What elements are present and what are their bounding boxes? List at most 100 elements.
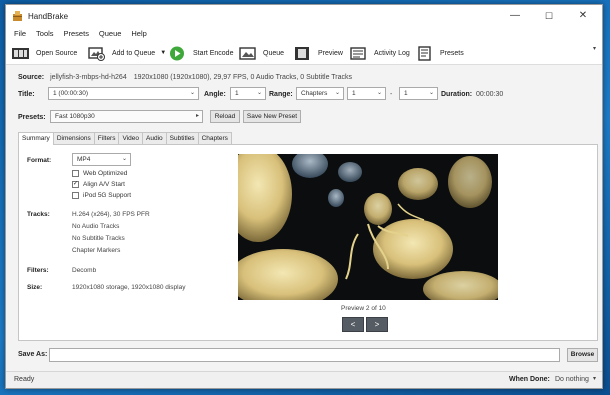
tab-filters[interactable]: Filters — [93, 132, 120, 144]
range-type-value: Chapters — [301, 90, 328, 97]
angle-value: 1 — [235, 90, 239, 97]
summary-panel: Format: MP4 ⌄ Web Optimized ✓ Align A/V … — [18, 144, 598, 341]
add-to-queue-label: Add to Queue — [112, 49, 156, 57]
tab-subtitles[interactable]: Subtitles — [165, 132, 199, 144]
toolbar: Open Source Add to Queue ▼ Start Encode … — [6, 41, 602, 65]
preset-value: Fast 1080p30 — [55, 113, 95, 120]
chevron-down-icon: ⌄ — [376, 90, 382, 96]
activity-log-icon — [350, 46, 366, 60]
chevron-down-icon[interactable]: ▾ — [593, 375, 596, 382]
web-optimized-label: Web Optimized — [83, 170, 128, 177]
previous-preview-button[interactable]: < — [342, 317, 364, 332]
browse-button[interactable]: Browse — [567, 348, 598, 362]
open-source-label: Open Source — [36, 49, 78, 57]
chevron-down-icon: ⌄ — [256, 90, 262, 96]
filters-value: Decomb — [72, 267, 97, 274]
duration-value: 00:00:30 — [476, 91, 504, 98]
status-bar: Ready When Done: Do nothing ▾ — [6, 371, 602, 388]
duration-label: Duration: — [441, 91, 473, 98]
title-label: Title: — [18, 91, 35, 98]
preview-film-icon — [295, 46, 309, 60]
format-dropdown[interactable]: MP4 ⌄ — [72, 153, 131, 166]
save-new-preset-button[interactable]: Save New Preset — [243, 110, 301, 123]
presets-label: Presets — [440, 49, 464, 57]
range-end-dropdown[interactable]: 1 ⌄ — [399, 87, 438, 100]
angle-dropdown[interactable]: 1 ⌄ — [230, 87, 266, 100]
tab-video[interactable]: Video — [118, 132, 143, 144]
track-subtitles: No Subtitle Tracks — [72, 235, 125, 242]
menu-presets[interactable]: Presets — [60, 27, 93, 40]
range-type-dropdown[interactable]: Chapters ⌄ — [296, 87, 344, 100]
minimize-button[interactable]: — — [498, 5, 532, 27]
menu-queue[interactable]: Queue — [95, 27, 126, 40]
track-chapters: Chapter Markers — [72, 247, 121, 254]
checkmark-icon: ✓ — [72, 181, 79, 188]
add-queue-icon — [88, 46, 105, 61]
status-text: Ready — [14, 376, 35, 383]
source-row: Source: jellyfish-3-mbps-hd-h264 1920x10… — [18, 69, 352, 85]
activity-log-label: Activity Log — [374, 49, 410, 57]
save-as-input[interactable] — [49, 348, 560, 362]
title-bar: HandBrake — ☐ ✕ — [6, 5, 602, 27]
web-optimized-checkbox[interactable]: Web Optimized — [72, 170, 127, 177]
menu-file[interactable]: File — [10, 27, 30, 40]
tab-strip: Summary Dimensions Filters Video Audio S… — [18, 132, 232, 145]
chevron-down-icon: ⌄ — [121, 156, 127, 162]
tab-summary[interactable]: Summary — [18, 132, 54, 145]
start-encode-button[interactable]: Start Encode — [169, 44, 233, 62]
tab-chapters[interactable]: Chapters — [197, 132, 232, 144]
format-value: MP4 — [77, 156, 91, 163]
ipod-5g-label: iPod 5G Support — [83, 192, 132, 199]
menu-tools[interactable]: Tools — [32, 27, 58, 40]
when-done-label: When Done: — [509, 376, 550, 383]
save-as-label: Save As: — [18, 351, 48, 358]
maximize-button[interactable]: ☐ — [532, 5, 566, 27]
film-icon — [12, 47, 29, 59]
checkbox-unchecked — [72, 170, 79, 177]
activity-log-button[interactable]: Activity Log — [350, 44, 410, 62]
play-icon — [170, 46, 184, 60]
source-label: Source: — [18, 73, 45, 81]
range-start-value: 1 — [352, 90, 356, 97]
handbrake-window: HandBrake — ☐ ✕ File Tools Presets Queue… — [5, 4, 603, 389]
queue-button[interactable]: Queue — [239, 44, 284, 62]
tab-dimensions[interactable]: Dimensions — [52, 132, 95, 144]
size-label: Size: — [27, 284, 43, 291]
align-av-start-checkbox[interactable]: ✓ Align A/V Start — [72, 181, 125, 188]
preview-label: Preview — [318, 49, 343, 57]
preview-caption: Preview 2 of 10 — [341, 305, 386, 312]
tab-audio[interactable]: Audio — [142, 132, 167, 144]
align-av-start-label: Align A/V Start — [83, 181, 125, 188]
reload-button[interactable]: Reload — [210, 110, 240, 123]
preview-button[interactable]: Preview — [294, 44, 343, 62]
next-preview-button[interactable]: > — [366, 317, 388, 332]
angle-label: Angle: — [204, 91, 226, 98]
menu-bar: File Tools Presets Queue Help — [6, 27, 602, 41]
presets-row-label: Presets: — [18, 114, 46, 121]
when-done-value[interactable]: Do nothing — [555, 376, 589, 383]
jellyfish-image — [238, 154, 498, 300]
title-dropdown[interactable]: 1 (00:00:30) ⌄ — [48, 87, 199, 100]
checkbox-unchecked — [72, 192, 79, 199]
range-start-dropdown[interactable]: 1 ⌄ — [347, 87, 386, 100]
add-to-queue-button[interactable]: Add to Queue ▼ — [88, 44, 166, 62]
chevron-right-icon: ▸ — [195, 113, 199, 119]
track-video: H.264 (x264), 30 FPS PFR — [72, 211, 150, 218]
presets-button[interactable]: Presets — [416, 44, 464, 62]
filters-label: Filters: — [27, 267, 49, 274]
title-value: 1 (00:00:30) — [53, 90, 89, 97]
window-title: HandBrake — [28, 12, 69, 21]
presets-selector[interactable]: Fast 1080p30 ▸ — [50, 110, 203, 123]
presets-icon — [418, 45, 431, 61]
ipod-5g-checkbox[interactable]: iPod 5G Support — [72, 192, 131, 199]
menu-help[interactable]: Help — [127, 27, 150, 40]
toolbar-overflow-icon[interactable]: ▾ — [593, 45, 596, 52]
preview-image — [238, 154, 498, 300]
chevron-down-icon: ⌄ — [189, 90, 195, 96]
chevron-down-icon: ⌄ — [334, 90, 340, 96]
size-value: 1920x1080 storage, 1920x1080 display — [72, 284, 186, 291]
queue-icon — [239, 46, 256, 60]
range-end-value: 1 — [404, 90, 408, 97]
open-source-button[interactable]: Open Source — [12, 44, 77, 62]
close-button[interactable]: ✕ — [566, 5, 600, 27]
